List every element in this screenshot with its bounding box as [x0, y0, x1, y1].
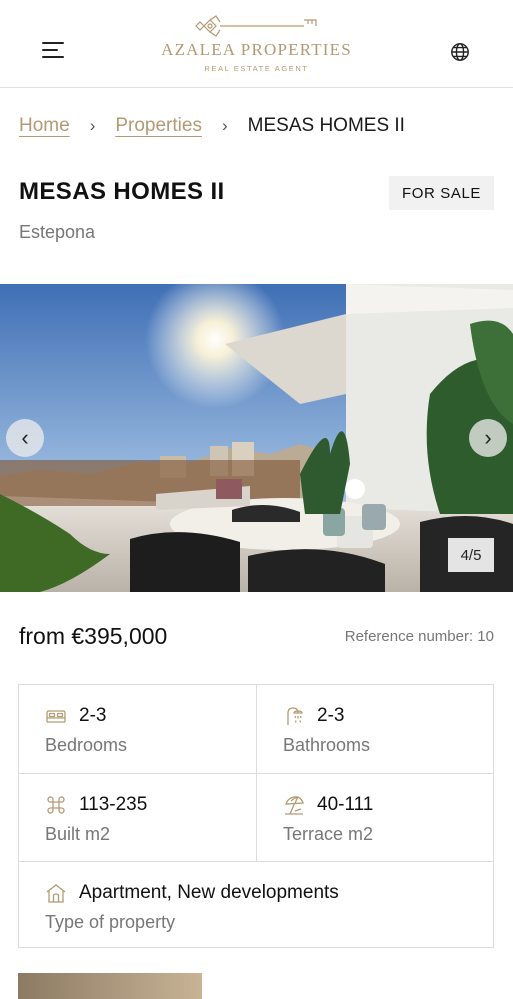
property-location: Estepona — [19, 222, 96, 242]
beach-umbrella-icon — [285, 796, 304, 815]
brand-logo[interactable]: AZALEA PROPERTIES REAL ESTATE AGENT — [150, 14, 363, 80]
breadcrumb: Home › Properties › MESAS HOMES II — [19, 112, 405, 140]
property-price: from €395,000 — [19, 623, 168, 649]
breadcrumb-home-link[interactable]: Home — [19, 115, 70, 137]
terrace-label: Terrace m2 — [283, 824, 374, 844]
chevron-right-icon: › — [221, 116, 228, 135]
house-icon — [46, 884, 66, 903]
contact-card-image — [18, 973, 202, 999]
spec-bedrooms: 2-3 Bedrooms — [19, 685, 256, 773]
brand-name: AZALEA PROPERTIES — [161, 40, 352, 59]
bedrooms-value: 2-3 — [79, 705, 107, 726]
hamburger-menu-icon[interactable] — [42, 42, 66, 60]
type-value: Apartment, New developments — [79, 882, 339, 903]
spec-terrace-area: 40-111 Terrace m2 — [256, 773, 493, 861]
brand-tagline: REAL ESTATE AGENT — [204, 64, 309, 73]
page-title: MESAS HOMES II — [19, 178, 225, 205]
property-specs: 2-3 Bedrooms 2-3 Bathrooms 113-235 Built… — [18, 684, 494, 948]
bedrooms-label: Bedrooms — [45, 735, 128, 755]
gallery-counter: 4/5 — [448, 538, 494, 572]
type-label: Type of property — [45, 912, 176, 932]
bathrooms-value: 2-3 — [317, 705, 345, 726]
built-label: Built m2 — [45, 824, 111, 844]
spec-bathrooms: 2-3 Bathrooms — [256, 685, 493, 773]
gallery-next-button[interactable]: › — [469, 419, 507, 457]
site-header: AZALEA PROPERTIES REAL ESTATE AGENT — [0, 0, 513, 88]
reference-number: Reference number: 10 — [344, 628, 494, 645]
breadcrumb-properties-link[interactable]: Properties — [115, 115, 202, 137]
status-badge: FOR SALE — [389, 176, 494, 210]
breadcrumb-current: MESAS HOMES II — [247, 115, 405, 136]
built-value: 113-235 — [79, 794, 148, 815]
chevron-right-icon: › — [89, 116, 96, 135]
bed-icon — [46, 710, 66, 723]
globe-icon[interactable] — [450, 42, 470, 62]
image-gallery[interactable]: ‹ › 4/5 — [0, 284, 513, 592]
spec-property-type: Apartment, New developments Type of prop… — [19, 861, 493, 949]
bathrooms-label: Bathrooms — [283, 735, 371, 755]
property-photo — [0, 284, 513, 592]
command-key-icon — [47, 796, 65, 814]
spec-built-area: 113-235 Built m2 — [19, 773, 256, 861]
key-logo-icon — [194, 15, 317, 37]
shower-icon — [287, 707, 303, 725]
terrace-value: 40-111 — [317, 794, 374, 815]
gallery-prev-button[interactable]: ‹ — [6, 419, 44, 457]
